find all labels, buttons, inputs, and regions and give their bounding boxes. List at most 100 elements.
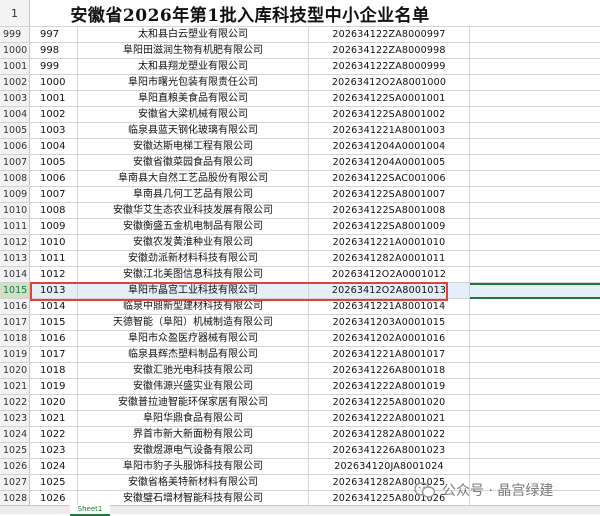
sequence-cell[interactable]: 999	[30, 59, 78, 74]
company-name-cell[interactable]: 安徽汇驰光电科技有限公司	[78, 363, 309, 378]
sequence-cell[interactable]: 1024	[30, 459, 78, 474]
table-row[interactable]: 1020 1018 安徽汇驰光电科技有限公司 2026341226A8001018	[0, 363, 600, 379]
registration-code-cell[interactable]: 202634122SA8001002	[309, 107, 470, 122]
sheet-title[interactable]: 安徽省2026年第1批入库科技型中小企业名单	[30, 0, 470, 26]
sequence-cell[interactable]: 1006	[30, 171, 78, 186]
registration-code-cell[interactable]: 202634120JA8001024	[309, 459, 470, 474]
company-name-cell[interactable]: 安徽农发黄淮种业有限公司	[78, 235, 309, 250]
sequence-cell[interactable]: 1010	[30, 235, 78, 250]
company-name-cell[interactable]: 阜南县几何工艺品有限公司	[78, 187, 309, 202]
sequence-cell[interactable]: 1018	[30, 363, 78, 378]
table-row[interactable]: 1001 999 太和县翔龙塑业有限公司 202634122ZA8000999	[0, 59, 600, 75]
sequence-cell[interactable]: 1017	[30, 347, 78, 362]
company-name-cell[interactable]: 临泉中鼎新型建材科技有限公司	[78, 299, 309, 314]
table-row[interactable]: 1021 1019 安徽伟源兴盛实业有限公司 2026341222A8001019	[0, 379, 600, 395]
row-number[interactable]: 1013	[0, 251, 30, 266]
registration-code-cell[interactable]: 202634122SA8001007	[309, 187, 470, 202]
registration-code-cell[interactable]: 2026341221A8001014	[309, 299, 470, 314]
table-row[interactable]: 1018 1016 阜阳市众盈医疗器械有限公司 2026341202A0001016	[0, 331, 600, 347]
row-number[interactable]: 1004	[0, 107, 30, 122]
company-name-cell[interactable]: 阜阳市晶宫工业科技有限公司	[78, 283, 309, 298]
table-row[interactable]: 1019 1017 临泉县辉杰塑料制品有限公司 2026341221A8001017	[0, 347, 600, 363]
sequence-cell[interactable]: 1021	[30, 411, 78, 426]
row-number[interactable]: 1012	[0, 235, 30, 250]
title-row[interactable]: 1 安徽省2026年第1批入库科技型中小企业名单	[0, 0, 600, 27]
company-name-cell[interactable]: 阜阳市豹子头服饰科技有限公司	[78, 459, 309, 474]
row-number[interactable]: 999	[0, 27, 30, 42]
row-number[interactable]: 1007	[0, 155, 30, 170]
sequence-cell[interactable]: 1025	[30, 475, 78, 490]
table-row[interactable]: 1026 1024 阜阳市豹子头服饰科技有限公司 202634120JA8001024	[0, 459, 600, 475]
company-name-cell[interactable]: 阜阳市众盈医疗器械有限公司	[78, 331, 309, 346]
registration-code-cell[interactable]: 2026341204A0001004	[309, 139, 470, 154]
table-row[interactable]: 1009 1007 阜南县几何工艺品有限公司 202634122SA8001007	[0, 187, 600, 203]
sequence-cell[interactable]: 1011	[30, 251, 78, 266]
table-row[interactable]: 1013 1011 安徽劲派新材料科技有限公司 2026341282A0001011	[0, 251, 600, 267]
row-number[interactable]: 1016	[0, 299, 30, 314]
row-number[interactable]: 1024	[0, 427, 30, 442]
registration-code-cell[interactable]: 2026341204A0001005	[309, 155, 470, 170]
registration-code-cell[interactable]: 2026341222A8001019	[309, 379, 470, 394]
table-row[interactable]: 1007 1005 安徽省徽菜园食品有限公司 2026341204A0001005	[0, 155, 600, 171]
sequence-cell[interactable]: 1007	[30, 187, 78, 202]
table-row[interactable]: 1025 1023 安徽煜源电气设备有限公司 2026341226A8001023	[0, 443, 600, 459]
row-number[interactable]: 1008	[0, 171, 30, 186]
table-row[interactable]: 1011 1009 安徽衡盛五金机电制品有限公司 202634122SA8001009	[0, 219, 600, 235]
sequence-cell[interactable]: 998	[30, 43, 78, 58]
sequence-cell[interactable]: 1014	[30, 299, 78, 314]
sequence-cell[interactable]: 997	[30, 27, 78, 42]
company-name-cell[interactable]: 阜阳田滋润生物有机肥有限公司	[78, 43, 309, 58]
company-name-cell[interactable]: 安徽璧石增材智能科技有限公司	[78, 491, 309, 506]
registration-code-cell[interactable]: 202634122SA8001009	[309, 219, 470, 234]
sequence-cell[interactable]: 1026	[30, 491, 78, 506]
table-row[interactable]: 1017 1015 天德智能（阜阳）机械制造有限公司 2026341203A00010…	[0, 315, 600, 331]
sequence-cell[interactable]: 1022	[30, 427, 78, 442]
company-name-cell[interactable]: 太和县翔龙塑业有限公司	[78, 59, 309, 74]
registration-code-cell[interactable]: 202634122SA8001008	[309, 203, 470, 218]
table-row[interactable]: 1006 1004 安徽达斯电梯工程有限公司 2026341204A0001004	[0, 139, 600, 155]
registration-code-cell[interactable]: 202634122ZA8000998	[309, 43, 470, 58]
row-number[interactable]: 1018	[0, 331, 30, 346]
row-number[interactable]: 1000	[0, 43, 30, 58]
company-name-cell[interactable]: 安徽省徽菜园食品有限公司	[78, 155, 309, 170]
registration-code-cell[interactable]: 2026341226A8001018	[309, 363, 470, 378]
company-name-cell[interactable]: 阜阳直粮美食品有限公司	[78, 91, 309, 106]
row-number[interactable]: 1001	[0, 59, 30, 74]
row-number[interactable]: 1026	[0, 459, 30, 474]
row-number[interactable]: 1014	[0, 267, 30, 282]
sequence-cell[interactable]: 1023	[30, 443, 78, 458]
row-number[interactable]: 1015	[0, 283, 30, 298]
company-name-cell[interactable]: 安徽江北美图信息科技有限公司	[78, 267, 309, 282]
sequence-cell[interactable]: 1015	[30, 315, 78, 330]
company-name-cell[interactable]: 安徽省大梁机械有限公司	[78, 107, 309, 122]
registration-code-cell[interactable]: 2026341202A0001016	[309, 331, 470, 346]
company-name-cell[interactable]: 安徽普拉迪智能环保家居有限公司	[78, 395, 309, 410]
row-number[interactable]: 1023	[0, 411, 30, 426]
row-number[interactable]: 1	[0, 0, 30, 26]
company-name-cell[interactable]: 阜阳华鼎食品有限公司	[78, 411, 309, 426]
sequence-cell[interactable]: 1012	[30, 267, 78, 282]
registration-code-cell[interactable]: 202634122SA0001001	[309, 91, 470, 106]
registration-code-cell[interactable]: 2026341222A8001021	[309, 411, 470, 426]
company-name-cell[interactable]: 安徽达斯电梯工程有限公司	[78, 139, 309, 154]
sequence-cell[interactable]: 1013	[30, 283, 78, 298]
sequence-cell[interactable]: 1019	[30, 379, 78, 394]
registration-code-cell[interactable]: 2026341221A8001017	[309, 347, 470, 362]
registration-code-cell[interactable]: 2026341225A8001020	[309, 395, 470, 410]
table-row[interactable]: 1016 1014 临泉中鼎新型建材科技有限公司 2026341221A8001014	[0, 299, 600, 315]
registration-code-cell[interactable]: 20263412O2A8001013	[309, 283, 470, 298]
company-name-cell[interactable]: 天德智能（阜阳）机械制造有限公司	[78, 315, 309, 330]
table-row[interactable]: 1002 1000 阜阳市曙光包装有限责任公司 20263412O2A8001000	[0, 75, 600, 91]
table-row[interactable]: 1004 1002 安徽省大梁机械有限公司 202634122SA8001002	[0, 107, 600, 123]
sequence-cell[interactable]: 1009	[30, 219, 78, 234]
sheet-tab[interactable]: Sheet1	[70, 505, 110, 516]
row-number[interactable]: 1028	[0, 491, 30, 506]
row-number[interactable]: 1019	[0, 347, 30, 362]
row-number[interactable]: 1010	[0, 203, 30, 218]
row-number[interactable]: 1003	[0, 91, 30, 106]
row-number[interactable]: 1005	[0, 123, 30, 138]
sequence-cell[interactable]: 1000	[30, 75, 78, 90]
table-row[interactable]: 1005 1003 临泉县蓝天钢化玻璃有限公司 2026341221A8001003	[0, 123, 600, 139]
sequence-cell[interactable]: 1008	[30, 203, 78, 218]
registration-code-cell[interactable]: 2026341221A8001003	[309, 123, 470, 138]
